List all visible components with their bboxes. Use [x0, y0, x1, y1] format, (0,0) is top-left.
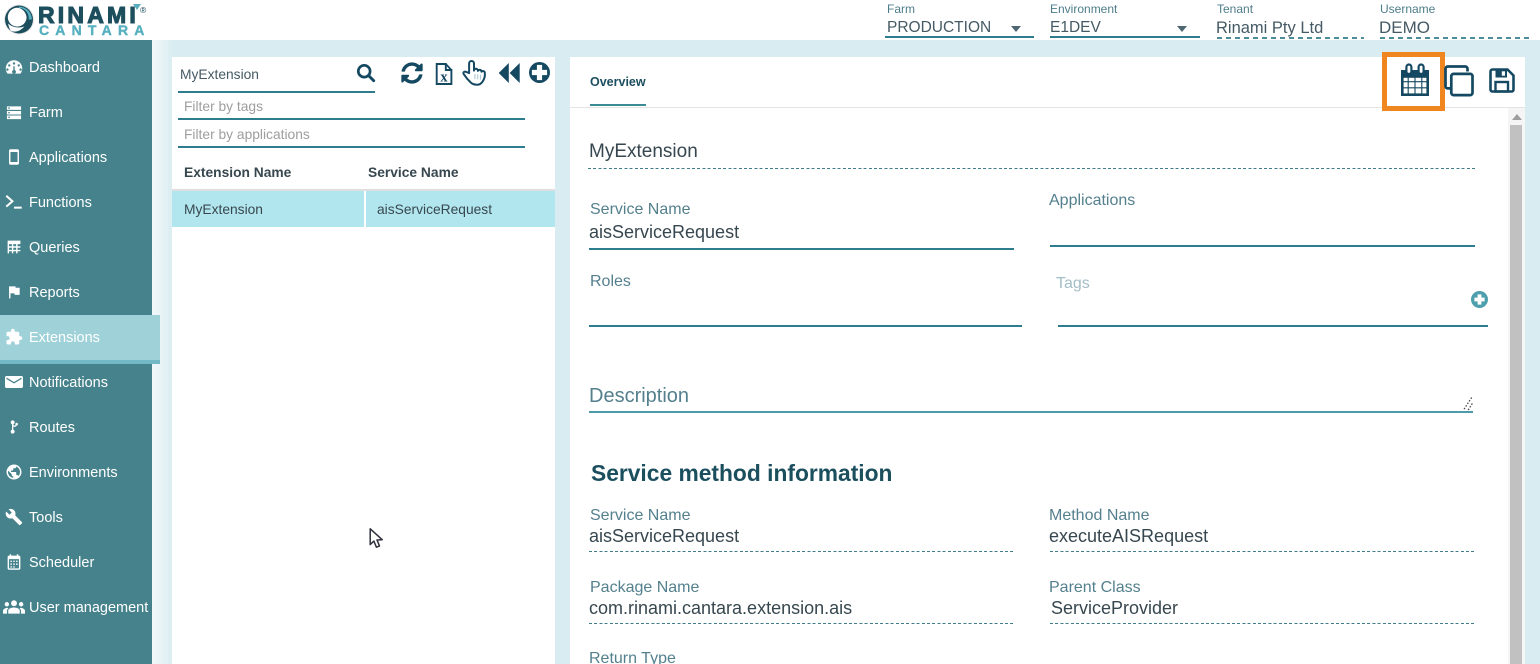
- svg-text:x: x: [440, 70, 448, 86]
